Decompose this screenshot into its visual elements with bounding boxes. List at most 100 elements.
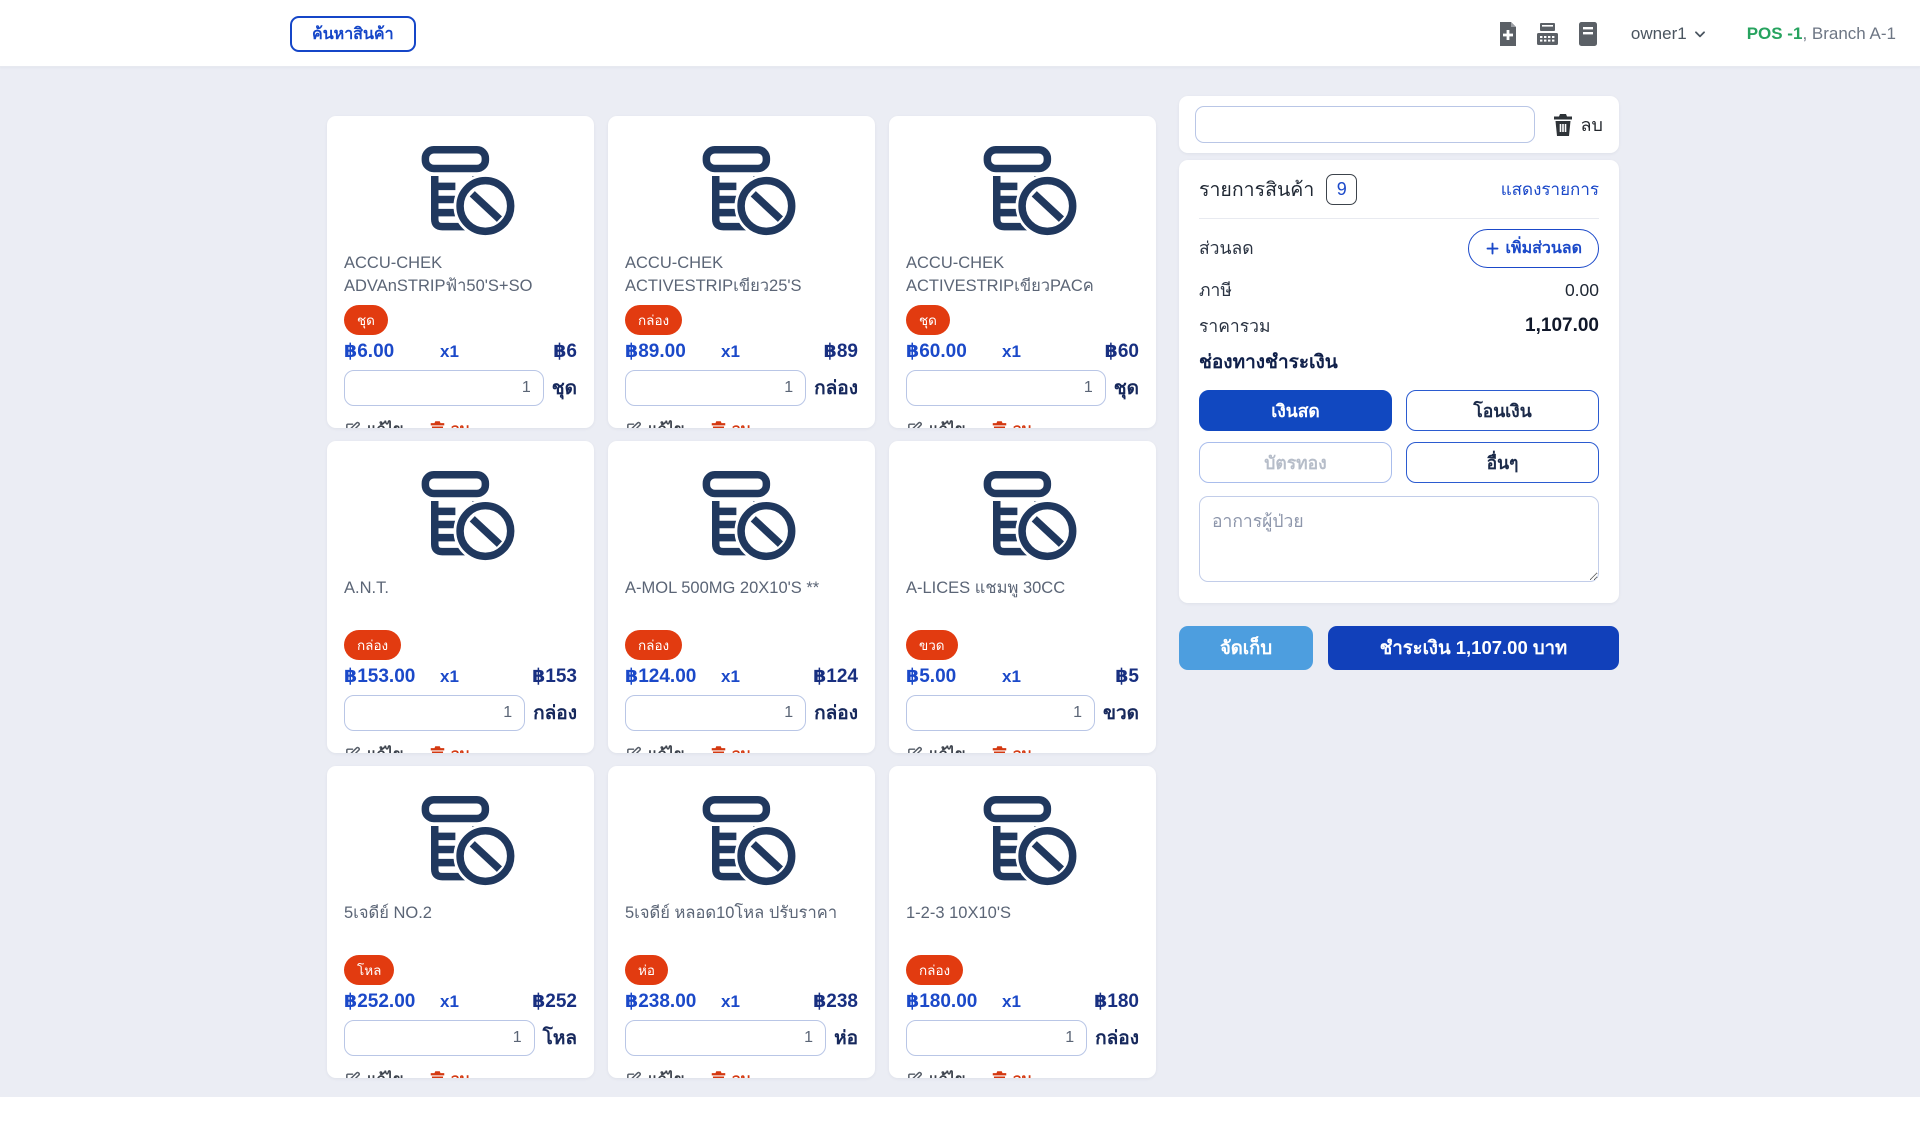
unit-badge: กล่อง (344, 630, 401, 660)
plus-icon (1485, 241, 1500, 256)
unit-price: ฿180.00 (906, 990, 1002, 1013)
delete-button[interactable]: ลบ (430, 417, 470, 428)
tax-value: 0.00 (1565, 280, 1599, 301)
quantity-row: กล่อง (625, 695, 858, 731)
symptoms-textarea[interactable] (1199, 496, 1599, 582)
clear-cart-button[interactable]: ลบ (1553, 110, 1603, 139)
user-name: owner1 (1631, 24, 1687, 44)
trash-icon (430, 1071, 445, 1079)
unit-badge: โหล (344, 955, 394, 985)
quantity-row: กล่อง (625, 370, 858, 406)
payment-method-other-button[interactable]: อื่นๆ (1406, 442, 1599, 483)
quantity-input[interactable] (625, 695, 806, 731)
medicine-bottle-no-image-icon (684, 471, 800, 561)
quantity-input[interactable] (906, 695, 1095, 731)
quantity-row: ชุด (344, 370, 577, 406)
payment-method-cash-button[interactable]: เงินสด (1199, 390, 1392, 431)
edit-button[interactable]: แก้ไข (625, 417, 685, 428)
quantity-multiplier: x1 (721, 342, 740, 362)
report-book-icon[interactable] (1575, 21, 1601, 47)
show-list-link[interactable]: แสดงรายการ (1501, 176, 1599, 203)
quantity-input[interactable] (906, 1020, 1087, 1056)
product-card: 5เจดีย์ NO.2 โหล ฿252.00 x1 ฿252 โหล แก้… (327, 766, 594, 1078)
pencil-icon (906, 1071, 923, 1079)
edit-label: แก้ไข (367, 742, 404, 753)
product-card: A-LICES แชมพู 30CC ขวด ฿5.00 x1 ฿5 ขวด แ… (889, 441, 1156, 753)
price-row: ฿238.00 x1 ฿238 (625, 990, 858, 1013)
quantity-input[interactable] (625, 370, 806, 406)
unit-badge: ห่อ (625, 955, 668, 985)
add-discount-button[interactable]: เพิ่มส่วนลด (1468, 229, 1599, 268)
trash-icon (711, 1071, 726, 1079)
total-label: ราคารวม (1199, 312, 1271, 340)
edit-button[interactable]: แก้ไข (906, 1067, 966, 1078)
delete-button[interactable]: ลบ (430, 742, 470, 753)
product-name: 5เจดีย์ NO.2 (344, 902, 577, 948)
edit-button[interactable]: แก้ไข (344, 742, 404, 753)
delete-button[interactable]: ลบ (430, 1067, 470, 1078)
payment-method-transfer-button[interactable]: โอนเงิน (1406, 390, 1599, 431)
medicine-bottle-no-image-icon (684, 146, 800, 236)
quantity-input[interactable] (344, 370, 544, 406)
delete-button[interactable]: ลบ (711, 417, 751, 428)
medicine-bottle-no-image-icon (965, 471, 1081, 561)
trash-icon (992, 421, 1007, 429)
line-total: ฿5 (1115, 665, 1139, 688)
pencil-icon (344, 746, 361, 754)
new-document-icon[interactable] (1495, 21, 1521, 47)
user-menu[interactable]: owner1 (1631, 24, 1707, 44)
trash-icon (430, 421, 445, 429)
edit-button[interactable]: แก้ไข (344, 1067, 404, 1078)
edit-button[interactable]: แก้ไข (906, 742, 966, 753)
quantity-input[interactable] (344, 1020, 535, 1056)
medicine-bottle-no-image-icon (403, 796, 519, 886)
quantity-input[interactable] (344, 695, 525, 731)
delete-button[interactable]: ลบ (992, 417, 1032, 428)
edit-label: แก้ไข (648, 742, 685, 753)
card-actions: แก้ไข ลบ (344, 1067, 577, 1078)
edit-button[interactable]: แก้ไข (344, 417, 404, 428)
line-total: ฿238 (813, 990, 858, 1013)
payment-method-gold-card-button[interactable]: บัตรทอง (1199, 442, 1392, 483)
pay-button[interactable]: ชำระเงิน 1,107.00 บาท (1328, 626, 1619, 670)
delete-label: ลบ (451, 417, 470, 428)
edit-label: แก้ไข (648, 1067, 685, 1078)
card-actions: แก้ไข ลบ (344, 742, 577, 753)
cart-sidebar: ลบ รายการสินค้า 9 แสดงรายการ ส่วนลด เพิ่… (1179, 96, 1619, 670)
cart-actions: จัดเก็บ ชำระเงิน 1,107.00 บาท (1179, 626, 1619, 670)
badge-row: โหล (344, 955, 577, 982)
trash-icon (711, 421, 726, 429)
quantity-input[interactable] (625, 1020, 826, 1056)
product-card: ACCU-CHEK ADVAnSTRIPฟ้า50'S+SO ชุด ฿6.00… (327, 116, 594, 428)
store-button[interactable]: จัดเก็บ (1179, 626, 1313, 670)
delete-button[interactable]: ลบ (711, 742, 751, 753)
unit-label: กล่อง (814, 698, 858, 728)
edit-label: แก้ไข (929, 1067, 966, 1078)
delete-button[interactable]: ลบ (992, 742, 1032, 753)
product-card: A-MOL 500MG 20X10'S ** กล่อง ฿124.00 x1 … (608, 441, 875, 753)
add-discount-label: เพิ่มส่วนลด (1506, 236, 1582, 261)
cart-item-search-input[interactable] (1195, 106, 1535, 143)
cash-register-icon[interactable] (1535, 21, 1561, 47)
edit-button[interactable]: แก้ไข (625, 1067, 685, 1078)
delete-button[interactable]: ลบ (711, 1067, 751, 1078)
badge-row: ห่อ (625, 955, 858, 982)
trash-icon (430, 746, 445, 754)
product-name: A-LICES แชมพู 30CC (906, 577, 1139, 623)
unit-price: ฿252.00 (344, 990, 440, 1013)
edit-button[interactable]: แก้ไข (625, 742, 685, 753)
search-products-button[interactable]: ค้นหาสินค้า (290, 16, 416, 52)
medicine-bottle-no-image-icon (403, 146, 519, 236)
delete-button[interactable]: ลบ (992, 1067, 1032, 1078)
pencil-icon (625, 746, 642, 754)
price-row: ฿180.00 x1 ฿180 (906, 990, 1139, 1013)
unit-price: ฿5.00 (906, 665, 1002, 688)
payment-method-grid: เงินสด โอนเงินบัตรทอง อื่นๆ (1199, 390, 1599, 483)
unit-price: ฿238.00 (625, 990, 721, 1013)
card-actions: แก้ไข ลบ (625, 1067, 858, 1078)
product-card: ACCU-CHEK ACTIVESTRIPเขียว25'S กล่อง ฿89… (608, 116, 875, 428)
quantity-row: ชุด (906, 370, 1139, 406)
quantity-input[interactable] (906, 370, 1106, 406)
edit-button[interactable]: แก้ไข (906, 417, 966, 428)
medicine-bottle-no-image-icon (684, 796, 800, 886)
